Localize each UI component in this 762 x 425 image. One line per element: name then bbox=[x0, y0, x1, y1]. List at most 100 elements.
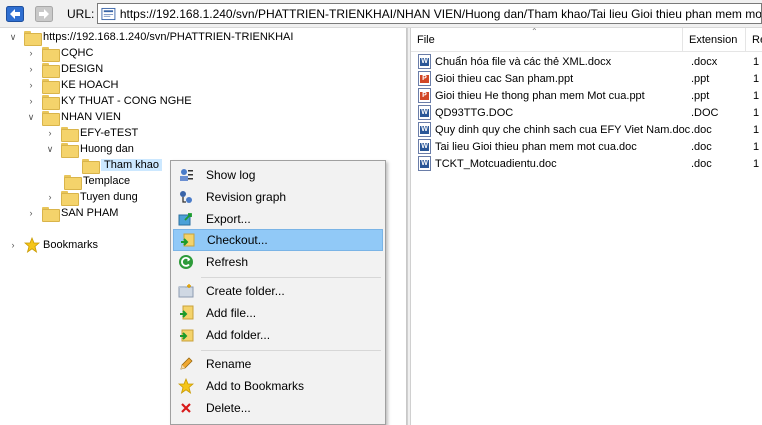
menu-item-delete[interactable]: Delete... bbox=[173, 397, 383, 419]
expand-icon[interactable]: › bbox=[45, 128, 55, 138]
tree-item-label: https://192.168.1.240/svn/PHATTRIEN-TRIE… bbox=[43, 31, 294, 43]
folder-icon bbox=[42, 46, 60, 62]
menu-item-label: Delete... bbox=[206, 401, 251, 415]
file-name: Gioi thieu He thong phan mem Mot cua.ppt bbox=[435, 89, 645, 102]
column-header-revision[interactable]: Re bbox=[746, 28, 762, 52]
tree-item-tuyen-dung[interactable]: › Tuyen dung bbox=[45, 189, 138, 206]
table-row[interactable]: W Chuẩn hóa file và các thẻ XML.docx .do… bbox=[411, 53, 762, 70]
tree-item-label: DESIGN bbox=[61, 63, 104, 75]
tree-item-nhan-vien[interactable]: ∨ NHAN VIEN bbox=[26, 109, 121, 126]
tree-item-tham-khao[interactable]: Tham khao bbox=[82, 157, 163, 174]
file-extension: .doc bbox=[691, 140, 712, 153]
refresh-icon bbox=[178, 254, 194, 270]
tree-root[interactable]: ∨ https://192.168.1.240/svn/PHATTRIEN-TR… bbox=[8, 29, 294, 46]
file-extension: .doc bbox=[691, 157, 712, 170]
table-row[interactable]: W Quy dinh quy che chinh sach cua EFY Vi… bbox=[411, 121, 762, 138]
expand-icon[interactable]: › bbox=[26, 64, 36, 74]
tree-item-templace[interactable]: Templace bbox=[64, 173, 130, 190]
table-row[interactable]: W TCKT_Motcuadientu.doc .doc 1 bbox=[411, 155, 762, 172]
file-extension: .doc bbox=[691, 123, 712, 136]
file-extension: .ppt bbox=[691, 89, 710, 102]
menu-item-add-file[interactable]: Add file... bbox=[173, 302, 383, 324]
revision-graph-icon bbox=[178, 189, 194, 205]
table-row[interactable]: W QD93TTG.DOC .DOC 1 bbox=[411, 104, 762, 121]
tree-item-label: KE HOACH bbox=[61, 79, 119, 91]
menu-separator bbox=[201, 277, 381, 278]
file-name: Chuẩn hóa file và các thẻ XML.docx bbox=[435, 55, 612, 68]
folder-icon bbox=[64, 174, 82, 190]
file-extension: .ppt bbox=[691, 72, 710, 85]
table-row[interactable]: P Gioi thieu cac San pham.ppt .ppt 1 bbox=[411, 70, 762, 87]
column-header-label: Re bbox=[752, 34, 762, 46]
show-log-icon bbox=[178, 167, 194, 183]
list-header: File ⌃ Extension Re bbox=[411, 27, 762, 52]
folder-icon bbox=[61, 142, 79, 158]
menu-item-refresh[interactable]: Refresh bbox=[173, 251, 383, 273]
delete-x-icon bbox=[178, 400, 194, 416]
menu-item-label: Export... bbox=[206, 212, 251, 226]
tree-item-huong-dan[interactable]: ∨ Huong dan bbox=[45, 141, 134, 158]
repository-icon bbox=[101, 7, 116, 20]
expand-icon[interactable]: › bbox=[45, 192, 55, 202]
menu-item-label: Refresh bbox=[206, 255, 249, 269]
powerpoint-icon: P bbox=[418, 88, 431, 103]
menu-item-label: Create folder... bbox=[206, 284, 285, 298]
menu-item-checkout[interactable]: Checkout... bbox=[173, 229, 383, 251]
menu-item-label: Add folder... bbox=[206, 328, 271, 342]
tree-item-efy-etest[interactable]: › EFY-eTEST bbox=[45, 125, 139, 142]
export-icon bbox=[178, 211, 194, 227]
menu-item-show-log[interactable]: Show log bbox=[173, 164, 383, 186]
expand-icon[interactable]: › bbox=[8, 240, 18, 250]
add-folder-icon bbox=[178, 327, 194, 343]
column-header-file[interactable]: File ⌃ bbox=[411, 27, 683, 52]
create-folder-icon bbox=[178, 283, 194, 299]
table-row[interactable]: W Tai lieu Gioi thieu phan mem mot cua.d… bbox=[411, 138, 762, 155]
back-button[interactable] bbox=[4, 4, 26, 24]
collapse-icon[interactable]: ∨ bbox=[45, 144, 55, 154]
menu-item-add-to-bookmarks[interactable]: Add to Bookmarks bbox=[173, 375, 383, 397]
tree-item-bookmarks[interactable]: › Bookmarks bbox=[8, 237, 98, 253]
tree-item-design[interactable]: › DESIGN bbox=[26, 61, 104, 78]
file-list: File ⌃ Extension Re W Chuẩn hóa file và … bbox=[411, 27, 762, 425]
file-revision: 1 bbox=[753, 55, 760, 68]
star-icon bbox=[178, 378, 194, 394]
tree-item-ke-hoach[interactable]: › KE HOACH bbox=[26, 77, 119, 94]
menu-item-revision-graph[interactable]: Revision graph bbox=[173, 186, 383, 208]
expand-icon[interactable]: › bbox=[26, 96, 36, 106]
expand-icon[interactable]: › bbox=[26, 208, 36, 218]
menu-item-label: Add to Bookmarks bbox=[206, 379, 305, 393]
collapse-icon[interactable]: ∨ bbox=[26, 112, 36, 122]
forward-arrow-icon bbox=[35, 6, 53, 22]
word-doc-icon: W bbox=[418, 54, 431, 69]
file-extension: .DOC bbox=[691, 106, 719, 119]
column-header-extension[interactable]: Extension bbox=[683, 28, 746, 52]
menu-item-label: Add file... bbox=[206, 306, 257, 320]
menu-item-export[interactable]: Export... bbox=[173, 208, 383, 230]
tree-item-label: Tuyen dung bbox=[80, 191, 138, 203]
url-label: URL: bbox=[67, 7, 95, 21]
menu-item-rename[interactable]: Rename bbox=[173, 353, 383, 375]
word-doc-icon: W bbox=[418, 156, 431, 171]
url-text: https://192.168.1.240/svn/PHATTRIEN-TRIE… bbox=[119, 6, 761, 21]
context-menu: Show log Revision graph Export... Checko… bbox=[170, 160, 386, 425]
collapse-icon[interactable]: ∨ bbox=[8, 32, 18, 42]
table-row[interactable]: P Gioi thieu He thong phan mem Mot cua.p… bbox=[411, 87, 762, 104]
file-revision: 1 bbox=[753, 123, 760, 136]
menu-item-label: Show log bbox=[206, 168, 256, 182]
tree-item-label: EFY-eTEST bbox=[80, 127, 139, 139]
url-input[interactable]: https://192.168.1.240/svn/PHATTRIEN-TRIE… bbox=[97, 3, 762, 24]
menu-separator bbox=[201, 350, 381, 351]
expand-icon[interactable]: › bbox=[26, 80, 36, 90]
menu-item-create-folder[interactable]: Create folder... bbox=[173, 280, 383, 302]
file-name: Quy dinh quy che chinh sach cua EFY Viet… bbox=[435, 123, 691, 136]
file-revision: 1 bbox=[753, 157, 760, 170]
tree-item-ky-thuat-cong-nghe[interactable]: › KY THUAT - CONG NGHE bbox=[26, 93, 192, 110]
expand-icon[interactable]: › bbox=[26, 48, 36, 58]
tree-item-cqhc[interactable]: › CQHC bbox=[26, 45, 94, 62]
menu-item-add-folder[interactable]: Add folder... bbox=[173, 324, 383, 346]
forward-button[interactable] bbox=[33, 4, 55, 24]
tree-item-san-pham[interactable]: › SAN PHAM bbox=[26, 205, 118, 222]
tree-item-label: CQHC bbox=[61, 47, 94, 59]
tree-item-label: Bookmarks bbox=[43, 239, 99, 251]
menu-item-label: Revision graph bbox=[206, 190, 287, 204]
